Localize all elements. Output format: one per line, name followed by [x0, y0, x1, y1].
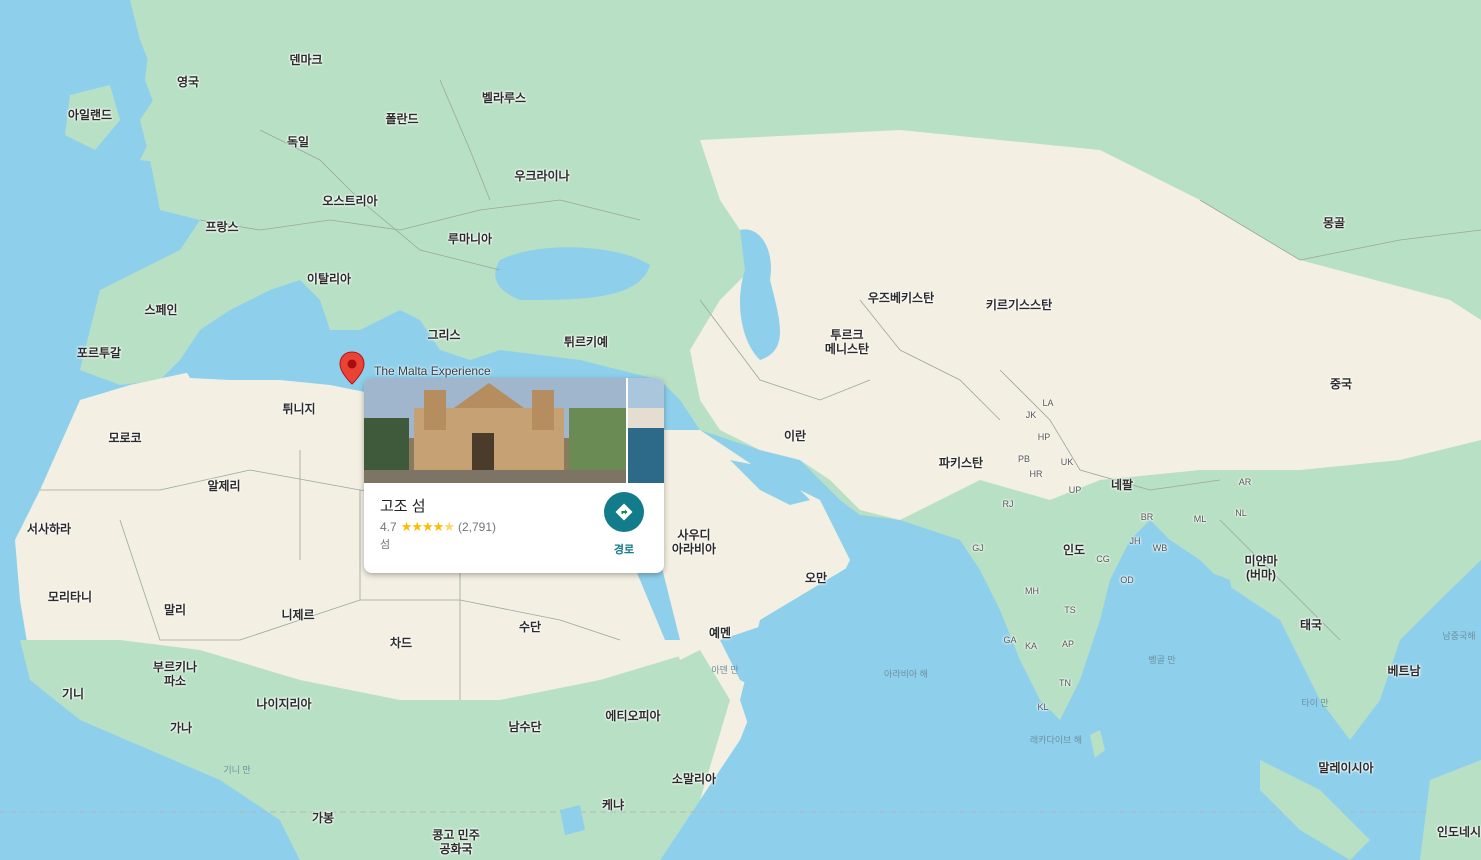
location-pin-icon[interactable] — [337, 350, 367, 388]
label-mali: 말리 — [163, 603, 187, 617]
label-iran: 이란 — [783, 429, 807, 443]
label-chad: 차드 — [389, 636, 413, 650]
label-turkmenistan: 투르크 메니스탄 — [824, 328, 870, 356]
label-kyrgyzstan: 키르기스스탄 — [985, 298, 1053, 312]
label-uk: 영국 — [176, 75, 200, 89]
label-state: HP — [1037, 432, 1051, 442]
label-germany: 독일 — [286, 135, 310, 149]
label-turkey: 튀르키예 — [563, 335, 609, 349]
label-poland: 폴란드 — [385, 112, 419, 126]
place-category: 섬 — [380, 539, 391, 551]
label-italy: 이탈리아 — [306, 272, 352, 286]
star-rating-icon: ★★★★★ — [400, 519, 455, 534]
label-sudan: 수단 — [518, 620, 542, 634]
directions-icon — [615, 503, 633, 521]
label-saudi-arabia: 사우디 아라비아 — [671, 528, 717, 556]
place-info-card[interactable]: 고조 섬 4.7 ★★★★★ (2,791) 섬 경로 — [364, 378, 664, 573]
label-india: 인도 — [1062, 543, 1086, 557]
label-china: 중국 — [1329, 377, 1353, 391]
label-ghana: 가나 — [169, 721, 193, 735]
label-western-sahara: 서사하라 — [26, 522, 72, 536]
label-state: JH — [1129, 536, 1141, 546]
label-state: HR — [1029, 469, 1043, 479]
label-oman: 오만 — [804, 571, 828, 585]
label-myanmar: 미얀마 (버마) — [1244, 554, 1278, 582]
label-austria: 오스트리아 — [322, 194, 378, 208]
label-state: NL — [1235, 508, 1247, 518]
label-south-china-sea: 남중국해 — [1442, 631, 1476, 641]
place-photo-secondary[interactable] — [628, 378, 664, 483]
label-somalia: 소말리아 — [671, 772, 717, 786]
label-greece: 그리스 — [427, 328, 461, 342]
label-bay-bengal: 벵골 만 — [1148, 655, 1176, 665]
place-title[interactable]: 고조 섬 — [380, 495, 426, 516]
label-indonesia: 인도네시 — [1436, 825, 1481, 839]
label-france: 프랑스 — [205, 220, 239, 234]
label-denmark: 덴마크 — [289, 53, 323, 67]
map-canvas[interactable] — [0, 0, 1481, 860]
review-count[interactable]: (2,791) — [458, 520, 496, 534]
label-tunisia: 튀니지 — [282, 402, 316, 416]
label-state: OD — [1120, 575, 1134, 585]
label-state: UK — [1060, 457, 1074, 467]
rating-value: 4.7 — [380, 520, 397, 534]
label-state: GJ — [972, 543, 984, 553]
label-laccadive-sea: 래카다이브 해 — [1029, 735, 1083, 745]
place-rating: 4.7 ★★★★★ (2,791) — [380, 519, 496, 535]
label-state: RJ — [1002, 499, 1014, 509]
label-romania: 루마니아 — [447, 232, 493, 246]
label-ukraine: 우크라이나 — [514, 169, 570, 183]
label-south-sudan: 남수단 — [508, 720, 542, 734]
label-drc: 콩고 민주 공화국 — [432, 828, 480, 856]
label-mongolia: 몽골 — [1322, 216, 1346, 230]
label-state: JK — [1025, 410, 1037, 420]
label-state: UP — [1068, 485, 1082, 495]
label-niger: 니제르 — [281, 608, 315, 622]
label-state: AR — [1238, 477, 1252, 487]
label-nigeria: 나이지리아 — [256, 697, 312, 711]
label-mauritania: 모리타니 — [47, 590, 93, 604]
label-state: LA — [1042, 398, 1054, 408]
label-nepal: 네팔 — [1110, 478, 1134, 492]
directions-button[interactable] — [604, 492, 644, 532]
label-thailand: 태국 — [1299, 618, 1323, 632]
label-ireland: 아일랜드 — [67, 108, 113, 122]
label-state: PB — [1017, 454, 1031, 464]
label-uzbekistan: 우즈베키스탄 — [867, 291, 935, 305]
label-pakistan: 파키스탄 — [938, 456, 984, 470]
label-morocco: 모로코 — [108, 431, 142, 445]
label-state: KL — [1037, 702, 1049, 712]
label-malaysia: 말레이시아 — [1318, 761, 1374, 775]
label-state: CG — [1096, 554, 1110, 564]
label-ethiopia: 에티오피아 — [605, 709, 661, 723]
label-yemen: 예멘 — [708, 626, 732, 640]
label-portugal: 포르투갈 — [76, 346, 122, 360]
label-state: TN — [1059, 678, 1071, 688]
label-state: WB — [1152, 543, 1168, 553]
label-burkina-faso: 부르키나 파소 — [152, 660, 198, 688]
label-gulf-thailand: 타이 만 — [1301, 698, 1329, 708]
label-guinea: 기니 — [61, 687, 85, 701]
directions-label[interactable]: 경로 — [604, 541, 644, 557]
label-arabian-sea: 아라비아 해 — [884, 669, 928, 679]
pin-place-name[interactable]: The Malta Experience — [374, 364, 491, 378]
label-state: AP — [1061, 639, 1075, 649]
label-gulf-aden: 아덴 만 — [711, 665, 739, 675]
label-algeria: 알제리 — [207, 479, 241, 493]
label-kenya: 케냐 — [601, 798, 625, 812]
label-state: KA — [1024, 641, 1038, 651]
place-photo[interactable] — [364, 378, 626, 483]
label-state: MH — [1025, 586, 1039, 596]
label-gabon: 가봉 — [311, 811, 335, 825]
label-state: BR — [1140, 512, 1154, 522]
label-state: TS — [1064, 605, 1076, 615]
label-gulf-guinea: 기니 만 — [223, 765, 251, 775]
label-belarus: 벨라루스 — [481, 91, 527, 105]
label-state: ML — [1193, 514, 1207, 524]
label-vietnam: 베트남 — [1387, 664, 1421, 678]
label-state: GA — [1003, 635, 1017, 645]
label-spain: 스페인 — [144, 303, 178, 317]
